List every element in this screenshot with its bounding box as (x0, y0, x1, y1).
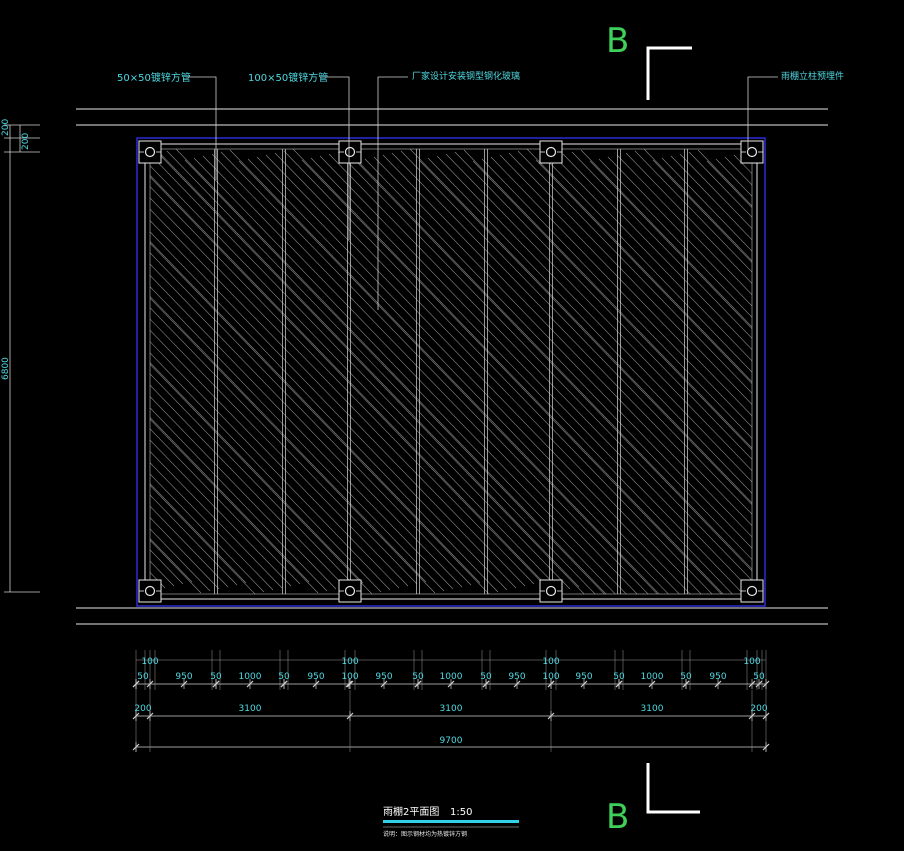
dim-row1-label: 100 (542, 657, 559, 667)
drawing-note: 说明：图示钢材均为热镀锌方钢 (383, 830, 467, 838)
dim-row3-label: 3100 (239, 704, 262, 714)
leader-label-large-tube: 100×50镀锌方管 (248, 71, 328, 84)
drawing-title: 雨棚2平面图 (383, 805, 439, 818)
section-letter-top: B (606, 21, 629, 61)
dim-total: 9700 (440, 736, 463, 746)
column-embed (138, 140, 162, 164)
section-marker-top: B (606, 21, 692, 100)
title-block: 雨棚2平面图 1:50 说明：图示钢材均为热镀锌方钢 (383, 805, 519, 838)
column-embed (539, 140, 563, 164)
leader-lines (186, 76, 778, 310)
dim-row1-label: 100 (141, 657, 158, 667)
leader-label-embed: 雨棚立柱预埋件 (781, 70, 844, 82)
column-embed (138, 579, 162, 603)
column-embed (338, 140, 362, 164)
drawing-scale: 1:50 (450, 807, 472, 818)
dim-row3-label: 3100 (641, 704, 664, 714)
column-embed (338, 579, 362, 603)
left-dim-c: 6800 (1, 357, 11, 380)
dim-row3-label: 3100 (440, 704, 463, 714)
dim-row3-label: 200 (134, 704, 151, 714)
bottom-dimensions: 9700 100 100 100 10050 950 50 1000 50 950 100 950 5… (132, 650, 770, 752)
glass-hatch (150, 149, 752, 594)
dim-row3-label: 200 (750, 704, 767, 714)
left-dim-b: 200 (21, 133, 31, 150)
column-embed (740, 140, 764, 164)
dim-row1-label: 100 (341, 657, 358, 667)
section-marker-bottom: B (606, 763, 700, 837)
section-letter-bottom: B (606, 797, 629, 837)
dim-row1-label: 100 (743, 657, 760, 667)
column-embeds (138, 140, 764, 603)
tube-lines (214, 149, 688, 594)
left-dim-a: 200 (1, 119, 11, 136)
left-dimensions: 200 200 6800 (1, 119, 40, 593)
leader-label-glass: 厂家设计安装钢型钢化玻璃 (412, 70, 520, 82)
leader-label-small-tube: 50×50镀锌方管 (117, 71, 191, 84)
column-embed (539, 579, 563, 603)
column-embed (740, 579, 764, 603)
cad-drawing: 50×50镀锌方管 100×50镀锌方管 厂家设计安装钢型钢化玻璃 雨棚立柱预埋… (1, 21, 844, 838)
dim-row2-label: 50 (137, 672, 149, 682)
